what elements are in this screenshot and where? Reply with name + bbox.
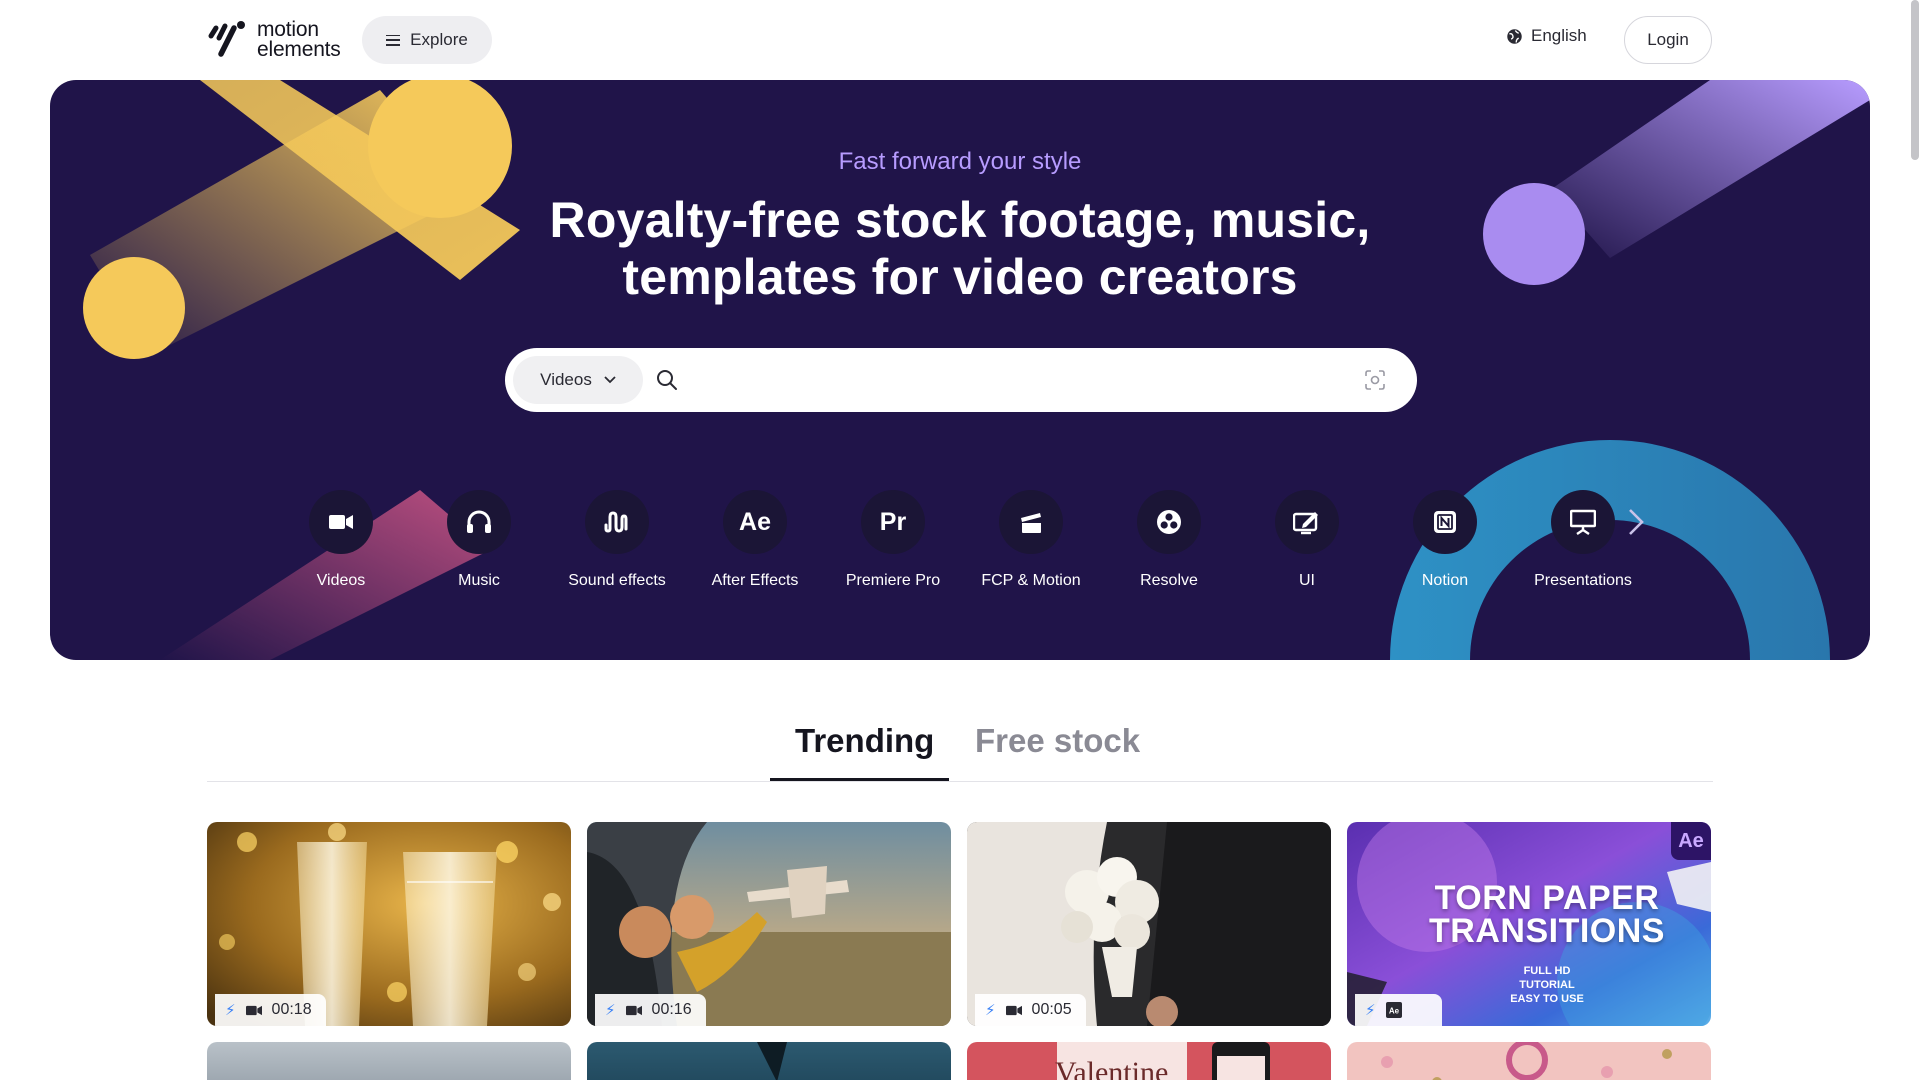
soundwave-icon xyxy=(585,490,649,554)
logo-wordmark: motion elements xyxy=(257,18,341,61)
hamburger-menu-icon xyxy=(386,34,401,46)
language-label: English xyxy=(1531,26,1587,45)
media-badge: ⚡ 00:16 xyxy=(595,994,706,1026)
media-card-row2-4[interactable] xyxy=(1347,1042,1711,1080)
media-card-row2-2[interactable] xyxy=(587,1042,951,1080)
hero-banner: Fast forward your style Royalty-free sto… xyxy=(50,80,1870,660)
resolve-icon xyxy=(1137,490,1201,554)
category-label: After Effects xyxy=(711,572,799,589)
after-effects-badge: Ae xyxy=(1671,822,1711,860)
thumbnail-title: TORN PAPER TRANSITIONS xyxy=(1387,879,1707,950)
category-label: Music xyxy=(458,572,500,589)
duration-label: 00:16 xyxy=(651,1001,692,1018)
category-carousel: Videos Music Sound effects Ae After Effe… xyxy=(50,490,1870,600)
logo-text-elements: elements xyxy=(257,38,341,61)
lightning-icon: ⚡ xyxy=(225,1002,236,1019)
category-after-effects[interactable]: Ae After Effects xyxy=(686,490,824,600)
login-button[interactable]: Login xyxy=(1624,16,1712,64)
search-bar: Videos xyxy=(505,348,1417,412)
hero-tagline: Fast forward your style xyxy=(838,148,1082,175)
explore-button[interactable]: Explore xyxy=(362,16,492,64)
headphones-icon xyxy=(447,490,511,554)
chevron-down-icon xyxy=(604,376,616,384)
video-camera-icon xyxy=(309,490,373,554)
notion-icon xyxy=(1413,490,1477,554)
category-label: FCP & Motion xyxy=(981,572,1081,589)
thumbnail-sub-line1: FULL HD xyxy=(1523,965,1571,977)
presentation-icon xyxy=(1551,490,1615,554)
content-tabs: Trending Free stock xyxy=(207,690,1713,782)
lightning-icon: ⚡ xyxy=(605,1002,616,1019)
tab-trending[interactable]: Trending xyxy=(795,722,934,760)
category-label: Sound effects xyxy=(568,572,666,589)
after-effects-icon: Ae xyxy=(723,490,787,554)
duration-label: 00:18 xyxy=(271,1001,312,1018)
category-videos[interactable]: Videos xyxy=(272,490,410,600)
lightning-icon: ⚡ xyxy=(1365,1002,1376,1019)
category-label: Resolve xyxy=(1140,572,1198,589)
video-camera-icon xyxy=(1005,1005,1022,1015)
logo-mark-icon xyxy=(208,21,245,57)
motion-elements-logo[interactable]: motion elements xyxy=(207,18,341,62)
duration-label: 00:05 xyxy=(1031,1001,1072,1018)
media-card-champagne[interactable]: ⚡ 00:18 xyxy=(207,822,571,1026)
category-resolve[interactable]: Resolve xyxy=(1100,490,1238,600)
media-card-row2-3[interactable]: Valentine xyxy=(967,1042,1331,1080)
media-card-kids-plane[interactable]: ⚡ 00:16 xyxy=(587,822,951,1026)
media-badge: ⚡ 00:05 xyxy=(975,994,1086,1026)
media-badge: ⚡ Ae xyxy=(1355,994,1442,1026)
video-camera-icon xyxy=(245,1005,262,1015)
category-music[interactable]: Music xyxy=(410,490,548,600)
clapperboard-icon xyxy=(999,490,1063,554)
category-ui[interactable]: UI xyxy=(1238,490,1376,600)
media-card-row2-1[interactable] xyxy=(207,1042,571,1080)
category-label: Premiere Pro xyxy=(845,572,941,589)
page-scrollbar-thumb[interactable] xyxy=(1911,0,1919,160)
tab-free-stock[interactable]: Free stock xyxy=(975,722,1140,760)
language-selector[interactable]: English xyxy=(1506,26,1587,46)
category-label: Videos xyxy=(316,572,366,589)
globe-icon xyxy=(1507,28,1522,44)
page: motion elements Explore English Login Fa… xyxy=(0,0,1920,1080)
logo-text-motion: motion xyxy=(257,18,319,41)
thumbnail-image xyxy=(757,1042,787,1080)
ui-edit-icon xyxy=(1275,490,1339,554)
media-card-torn-paper-transitions[interactable]: Ae TORN PAPER TRANSITIONS FULL HD TUTORI… xyxy=(1347,822,1711,1026)
premiere-pro-icon: Pr xyxy=(861,490,925,554)
thumbnail-image xyxy=(1381,1042,1672,1080)
valentine-thumbnail-text: Valentine xyxy=(1055,1056,1169,1080)
top-navbar: motion elements Explore English Login xyxy=(0,0,1920,80)
media-card-wedding-bouquet[interactable]: ⚡ 00:05 xyxy=(967,822,1331,1026)
after-effects-small-icon: Ae xyxy=(1385,1002,1402,1018)
media-badge: ⚡ 00:18 xyxy=(215,994,326,1026)
active-tab-indicator xyxy=(770,778,949,781)
category-sound-effects[interactable]: Sound effects xyxy=(548,490,686,600)
category-premiere-pro[interactable]: Pr Premiere Pro xyxy=(824,490,962,600)
thumbnail-title-line1: TORN PAPER xyxy=(1434,879,1660,917)
lightning-icon: ⚡ xyxy=(985,1002,996,1019)
thumbnail-sub-line2: TUTORIAL xyxy=(1519,979,1575,991)
search-type-label: Videos xyxy=(540,370,592,389)
video-camera-icon xyxy=(625,1005,642,1015)
category-fcp-motion[interactable]: FCP & Motion xyxy=(962,490,1100,600)
category-label: UI xyxy=(1299,572,1315,589)
category-label: Presentations xyxy=(1534,572,1632,589)
visual-search-icon[interactable] xyxy=(1363,368,1387,392)
hero-headline: Royalty-free stock footage, music, templ… xyxy=(50,192,1870,306)
explore-label: Explore xyxy=(410,30,468,49)
category-notion[interactable]: Notion xyxy=(1376,490,1514,600)
category-label: Notion xyxy=(1421,572,1469,589)
svg-text:Ae: Ae xyxy=(1388,1007,1399,1016)
search-input[interactable] xyxy=(691,360,1341,400)
chevron-right-icon[interactable] xyxy=(1620,506,1650,538)
hero-headline-line2: templates for video creators xyxy=(622,249,1298,305)
thumbnail-title-line2: TRANSITIONS xyxy=(1429,912,1665,950)
search-type-dropdown[interactable]: Videos xyxy=(513,356,643,404)
search-icon[interactable] xyxy=(655,368,679,392)
hero-headline-line1: Royalty-free stock footage, music, xyxy=(549,192,1371,248)
